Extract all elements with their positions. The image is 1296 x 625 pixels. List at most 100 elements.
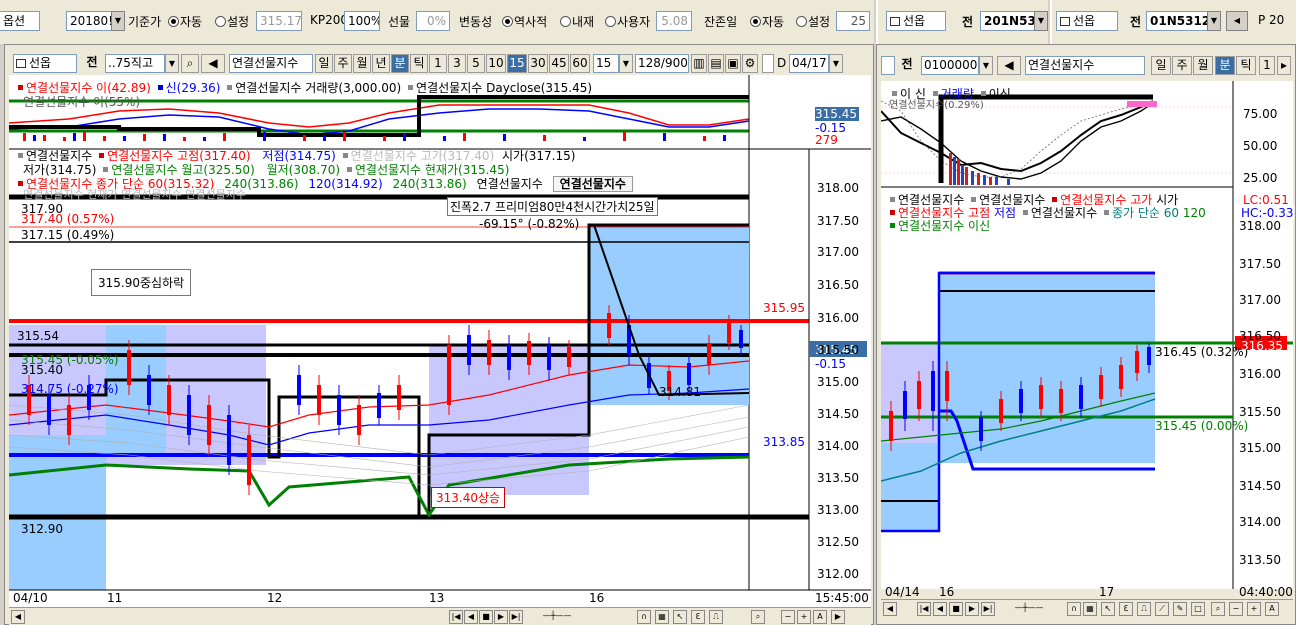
base-set-radio[interactable]: 설정: [215, 13, 249, 30]
scroll-right-icon[interactable]: ▶: [831, 610, 845, 624]
bar-chart-icon[interactable]: ▥: [691, 54, 707, 73]
bar-count-field[interactable]: 128/900: [635, 54, 689, 73]
unit-1[interactable]: 1: [429, 54, 447, 73]
date-picker-icon[interactable]: ▼: [829, 54, 843, 73]
period-minute[interactable]: 분: [391, 54, 409, 73]
base-price-field[interactable]: 315.17: [256, 11, 302, 31]
opt1-select[interactable]: 선옵: [886, 11, 946, 31]
period-tick[interactable]: 틱: [410, 54, 428, 73]
first-icon[interactable]: |◀: [449, 610, 463, 624]
right-all-button[interactable]: 전: [897, 56, 917, 75]
right-speaker-icon[interactable]: ◀: [997, 56, 1021, 75]
main-code-dropdown-icon[interactable]: ▼: [165, 54, 179, 73]
period-month[interactable]: 월: [353, 54, 371, 73]
remain-days-field[interactable]: 25: [836, 11, 870, 31]
right-pen-icon[interactable]: ✎: [1173, 602, 1187, 616]
right-last-icon[interactable]: ▶|: [981, 602, 995, 616]
search-icon[interactable]: ⌕: [181, 54, 199, 73]
unit-field[interactable]: 15: [593, 54, 619, 73]
unit-10[interactable]: 10: [486, 54, 506, 73]
period-day[interactable]: 일: [315, 54, 333, 73]
price-legend-box[interactable]: 연결선물지수: [552, 176, 633, 192]
grid-icon[interactable]: ▦: [655, 610, 669, 624]
opt2-select[interactable]: 선옵: [1056, 11, 1118, 31]
right-auto-icon[interactable]: A: [1265, 602, 1279, 616]
annotation-box[interactable]: 진폭2.7 프리미엄80만4천시간가치25일: [447, 197, 658, 216]
right-table-icon[interactable]: [881, 56, 895, 75]
plus-icon[interactable]: +: [797, 610, 811, 624]
right-period-day[interactable]: 일: [1151, 56, 1171, 75]
right-minus-icon[interactable]: −: [1229, 602, 1243, 616]
right-plus-icon[interactable]: +: [1247, 602, 1261, 616]
main-sel-field[interactable]: 선옵: [13, 54, 77, 73]
right-first-icon[interactable]: |◀: [917, 602, 931, 616]
opt2-all[interactable]: 전: [1130, 13, 1141, 30]
opt1-all[interactable]: 전: [962, 13, 973, 30]
auto-icon[interactable]: A: [813, 610, 827, 624]
historical-radio[interactable]: 역사적: [502, 13, 547, 30]
opt1-dropdown-icon[interactable]: ▼: [1034, 11, 1048, 31]
last-icon[interactable]: ▶|: [509, 610, 523, 624]
right-box-icon[interactable]: □: [1191, 602, 1205, 616]
remain-set-radio[interactable]: 설정: [796, 13, 830, 30]
unit-dropdown-icon[interactable]: ▼: [619, 54, 633, 73]
unit-5[interactable]: 5: [467, 54, 485, 73]
opt2-dropdown-icon[interactable]: ▼: [1207, 11, 1221, 31]
unit-15[interactable]: 15: [507, 54, 527, 73]
right-stop-icon[interactable]: ■: [949, 602, 963, 616]
right-zoom-icon[interactable]: ⌕: [1211, 602, 1225, 616]
futures-pct-field[interactable]: 0%: [416, 11, 450, 31]
right-period-minute[interactable]: 분: [1215, 56, 1235, 75]
save-icon[interactable]: ▣: [725, 54, 741, 73]
main-name-field[interactable]: 연결선물지수: [229, 54, 313, 73]
right-cursor-icon[interactable]: ↖: [1101, 602, 1115, 616]
right-grid-icon[interactable]: ▦: [1083, 602, 1097, 616]
date-dropdown-icon[interactable]: ▼: [111, 11, 125, 31]
unit-60[interactable]: 60: [570, 54, 590, 73]
date-field[interactable]: 20180!: [66, 11, 112, 31]
right-prev-icon[interactable]: ◀: [933, 602, 947, 616]
base-auto-radio[interactable]: 자동: [168, 13, 202, 30]
right-line-icon[interactable]: ⟋: [1155, 602, 1169, 616]
opt2-code[interactable]: 01N5312: [1146, 11, 1208, 31]
ruler-icon[interactable]: ⎍: [709, 610, 723, 624]
period-week[interactable]: 주: [334, 54, 352, 73]
right-code-field[interactable]: 0100000: [921, 56, 979, 75]
kp-pct-field[interactable]: 100%: [344, 11, 380, 31]
main-scrollbar[interactable]: ◀ |◀ ◀ ■ ▶ ▶| —┼—— ∩ ▦ ↖ ℇ ⎍ ⌕ − + A ▶: [9, 607, 871, 625]
right-period-tick[interactable]: 틱: [1236, 56, 1256, 75]
unit-45[interactable]: 45: [549, 54, 569, 73]
date-field-main[interactable]: 04/17: [789, 54, 829, 73]
option-type-field[interactable]: 옵션: [0, 11, 40, 31]
user-radio[interactable]: 사용자: [605, 13, 650, 30]
right-period-month[interactable]: 월: [1193, 56, 1213, 75]
right-name-field[interactable]: 연결선물지수: [1025, 56, 1145, 75]
scroll-left-icon[interactable]: ◀: [11, 610, 25, 624]
minus-icon[interactable]: −: [781, 610, 795, 624]
speaker-icon[interactable]: ◀: [201, 54, 225, 73]
right-period-week[interactable]: 주: [1172, 56, 1192, 75]
implied-radio[interactable]: 내재: [560, 13, 594, 30]
volatility-field[interactable]: 5.08: [656, 11, 692, 31]
right-ruler-icon[interactable]: ⎍: [1137, 602, 1151, 616]
opt1-code[interactable]: 201N533: [980, 11, 1036, 31]
right-scroll-left-icon[interactable]: ◀: [883, 602, 897, 616]
right-fib-icon[interactable]: ℇ: [1119, 602, 1133, 616]
right-slider-icon[interactable]: —┼——: [999, 602, 1059, 616]
magnet-icon[interactable]: ∩: [637, 610, 651, 624]
slider-icon[interactable]: —┼——: [527, 610, 587, 624]
next-icon[interactable]: ▶: [494, 610, 508, 624]
opt2-speaker-icon[interactable]: ◀: [1226, 11, 1248, 31]
checkbox-d[interactable]: [762, 54, 774, 73]
remain-auto-radio[interactable]: 자동: [750, 13, 784, 30]
right-magnet-icon[interactable]: ∩: [1067, 602, 1081, 616]
fib-icon[interactable]: ℇ: [691, 610, 705, 624]
right-code-dropdown-icon[interactable]: ▼: [979, 56, 993, 75]
zoom-icon[interactable]: ⌕: [751, 610, 765, 624]
gear-icon[interactable]: ⚙: [742, 54, 758, 73]
note-box-top[interactable]: 315.90중심하락: [91, 269, 192, 296]
right-unit-1[interactable]: 1: [1259, 56, 1275, 75]
right-scrollbar[interactable]: ◀ |◀ ◀ ■ ▶ ▶| —┼—— ∩ ▦ ↖ ℇ ⎍ ⟋ ✎ □ ⌕ − +…: [881, 599, 1293, 617]
unit-30[interactable]: 30: [528, 54, 548, 73]
right-next-icon[interactable]: ▶: [965, 602, 979, 616]
